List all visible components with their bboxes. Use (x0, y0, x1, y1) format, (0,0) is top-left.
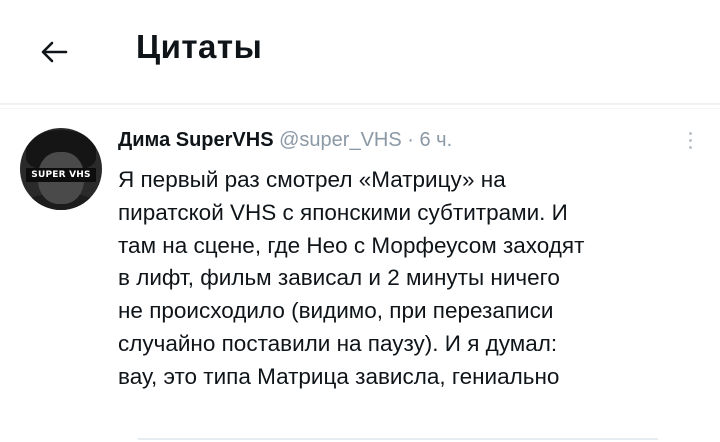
top-bar: Цитаты (0, 0, 720, 102)
page-title: Цитаты (136, 28, 263, 65)
more-options-button[interactable] (686, 132, 694, 158)
tweet-text: Я первый раз смотрел «Матрицу» на пиратс… (118, 167, 585, 389)
tweet-time[interactable]: 6 ч. (420, 129, 453, 151)
tweet[interactable]: SUPER VHS Дима SuperVHS @super_VHS · 6 ч… (0, 110, 720, 442)
header-divider (0, 103, 720, 105)
author-handle[interactable]: @super_VHS (279, 129, 402, 151)
tweet-meta: Дима SuperVHS @super_VHS · 6 ч. (118, 129, 452, 152)
quoted-card-edge (138, 438, 658, 440)
meta-separator: · (407, 129, 414, 151)
arrow-left-icon (41, 41, 68, 63)
back-button[interactable] (36, 34, 72, 70)
avatar[interactable]: SUPER VHS (20, 128, 102, 210)
more-vertical-icon (686, 132, 694, 149)
avatar-label: SUPER VHS (26, 168, 96, 182)
header-divider-secondary (0, 108, 720, 109)
author-name[interactable]: Дима SuperVHS (118, 129, 274, 151)
